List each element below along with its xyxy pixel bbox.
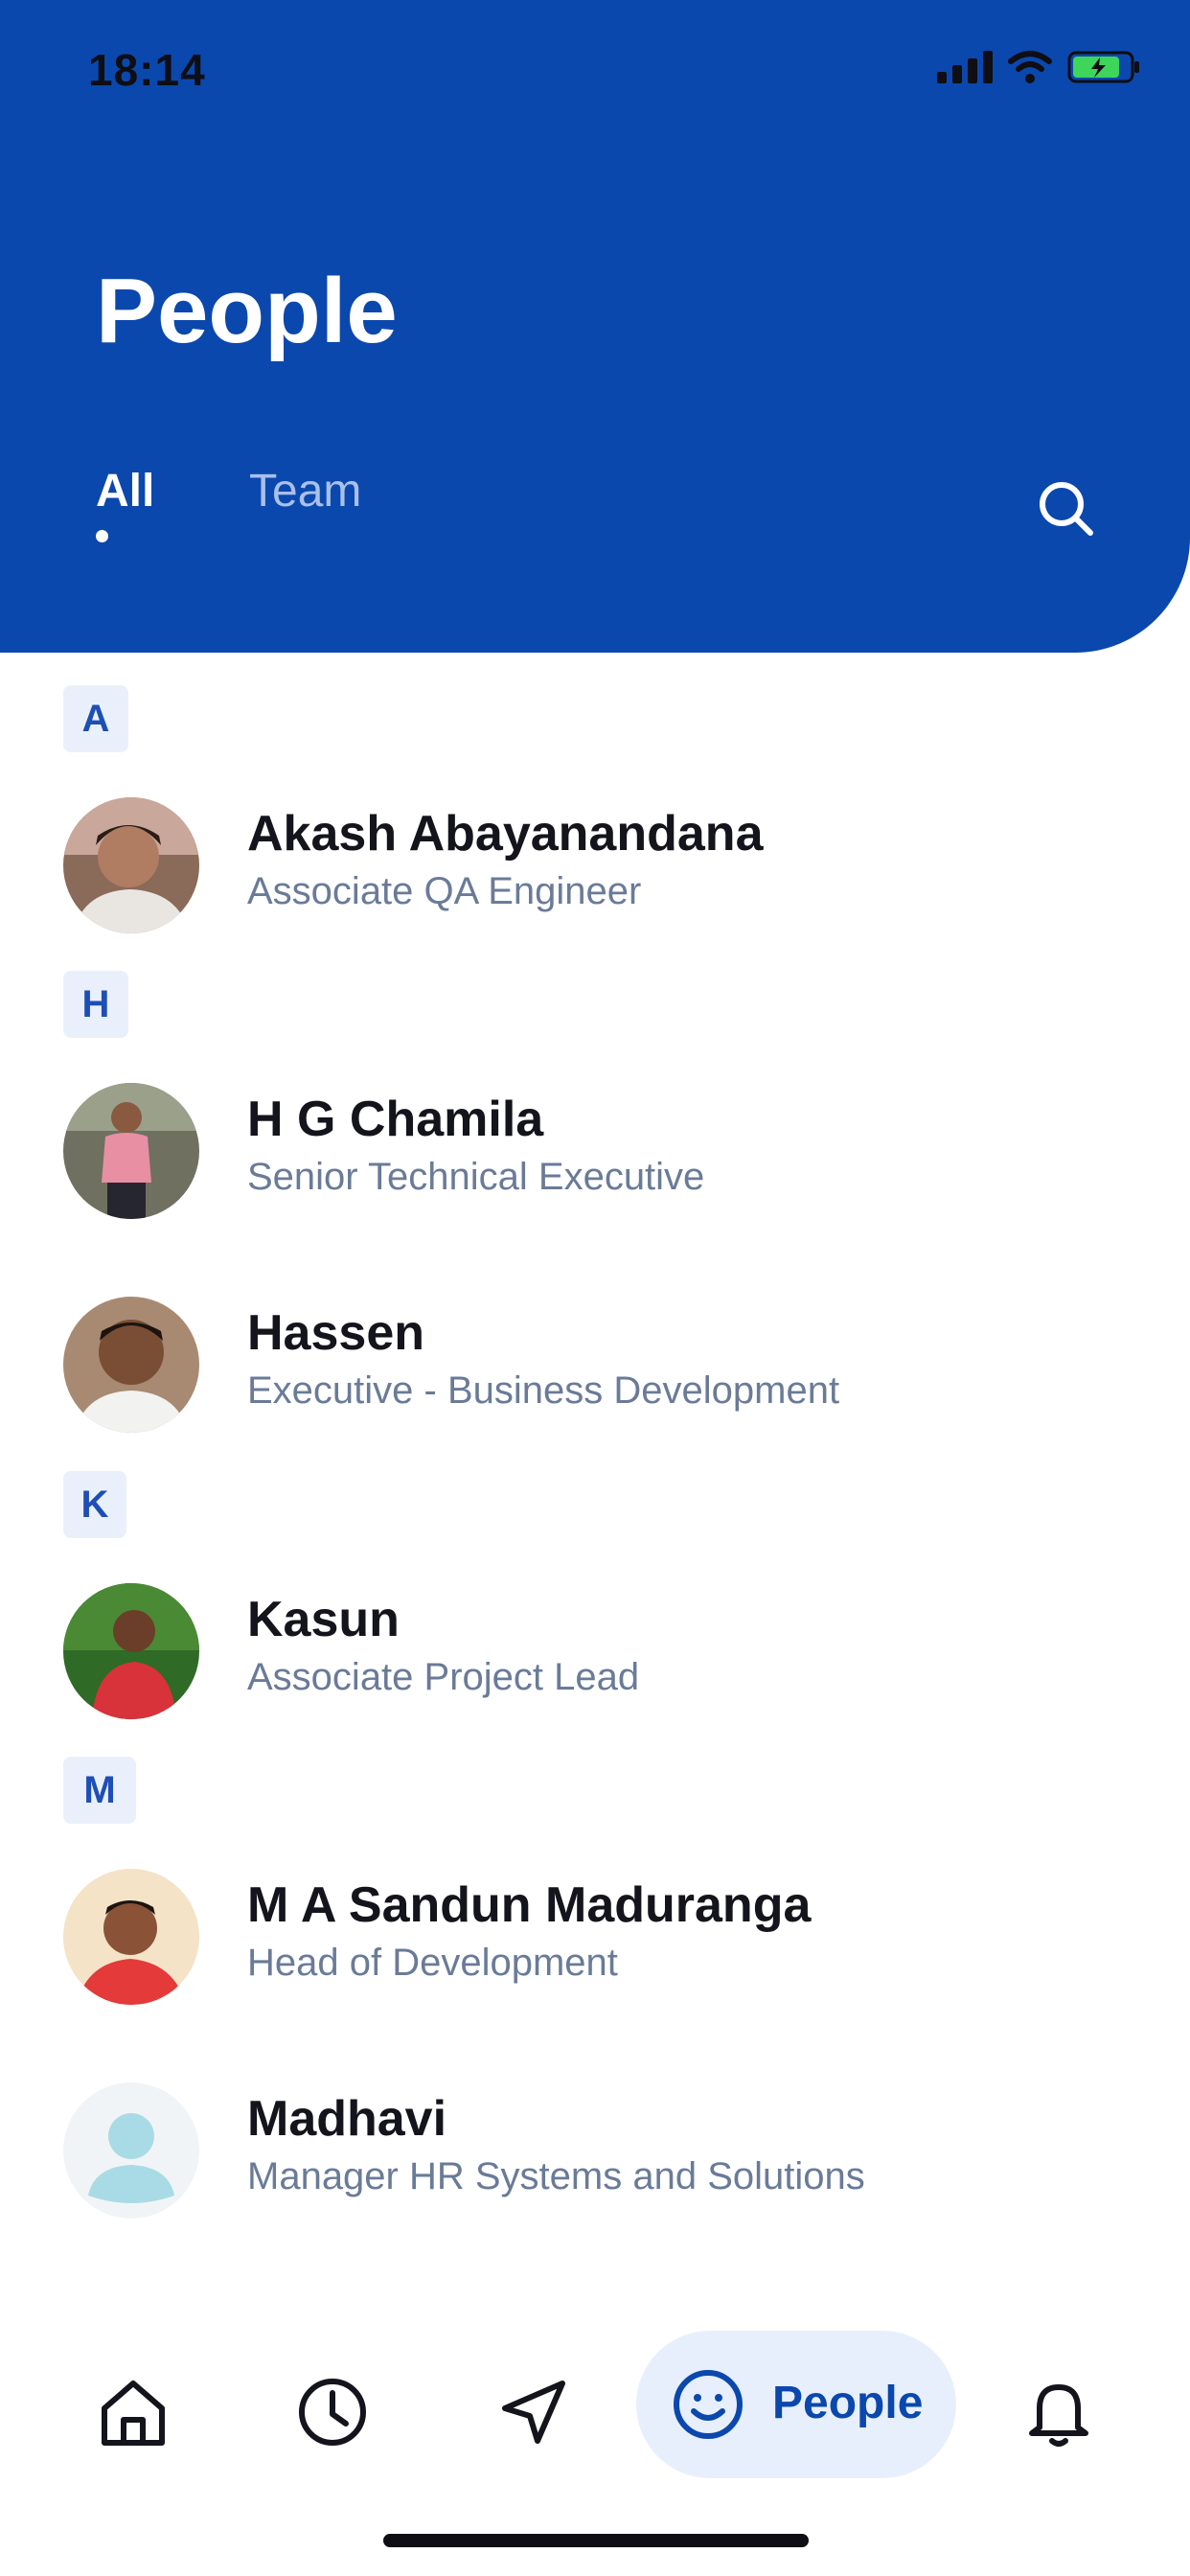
status-icons <box>937 50 1142 84</box>
avatar <box>63 1869 199 2005</box>
person-role: Head of Development <box>247 1942 618 1984</box>
person-row[interactable]: Akash Abayanandana Associate QA Engineer <box>0 797 1190 941</box>
battery-icon <box>1067 51 1139 83</box>
navigation-icon <box>502 2380 565 2444</box>
signal-icon <box>937 51 993 83</box>
section-letter-a: A <box>63 685 128 752</box>
person-name: Kasun <box>247 1592 400 1647</box>
home-icon <box>102 2380 165 2446</box>
wifi-icon <box>1008 51 1052 83</box>
avatar <box>63 797 199 933</box>
person-role: Associate Project Lead <box>247 1656 640 1698</box>
person-role: Executive - Business Development <box>247 1369 840 1412</box>
nav-navigation[interactable] <box>491 2369 577 2455</box>
person-role: Manager HR Systems and Solutions <box>247 2155 865 2197</box>
section-letter-h: H <box>63 971 128 1038</box>
status-time: 18:14 <box>88 45 206 95</box>
person-row[interactable]: M A Sandun Maduranga Head of Development <box>0 1869 1190 2012</box>
section-letter-k: K <box>63 1471 126 1538</box>
active-tab-indicator <box>96 530 108 542</box>
avatar <box>63 1083 199 1219</box>
person-name: Madhavi <box>247 2091 447 2147</box>
person-role: Senior Technical Executive <box>247 1156 705 1198</box>
bell-icon <box>1029 2384 1088 2447</box>
nav-people[interactable]: People <box>636 2331 956 2478</box>
clock-icon <box>299 2379 366 2446</box>
avatar <box>63 2082 199 2219</box>
avatar <box>63 1583 199 1719</box>
list-fade <box>0 2233 1190 2300</box>
person-role: Associate QA Engineer <box>247 870 642 912</box>
nav-notifications[interactable] <box>1016 2369 1102 2455</box>
search-icon[interactable] <box>1035 477 1096 539</box>
person-name: Akash Abayanandana <box>247 806 764 862</box>
smiley-icon <box>674 2370 743 2439</box>
person-row[interactable]: Hassen Executive - Business Development <box>0 1297 1190 1440</box>
person-name: Hassen <box>247 1305 424 1361</box>
section-letter-m: M <box>63 1757 136 1824</box>
person-name: M A Sandun Maduranga <box>247 1877 812 1933</box>
person-row[interactable]: Madhavi Manager HR Systems and Solutions <box>0 2082 1190 2226</box>
nav-home[interactable] <box>90 2369 176 2455</box>
tab-team[interactable]: Team <box>249 465 361 518</box>
person-row[interactable]: Kasun Associate Project Lead <box>0 1583 1190 1727</box>
nav-people-label: People <box>772 2378 924 2428</box>
avatar <box>63 1297 199 1433</box>
page-title: People <box>96 260 398 362</box>
tab-all[interactable]: All <box>96 465 154 518</box>
home-indicator <box>383 2534 809 2547</box>
person-name: H G Chamila <box>247 1092 544 1147</box>
nav-clock[interactable] <box>289 2369 376 2455</box>
person-row[interactable]: H G Chamila Senior Technical Executive <box>0 1083 1190 1227</box>
